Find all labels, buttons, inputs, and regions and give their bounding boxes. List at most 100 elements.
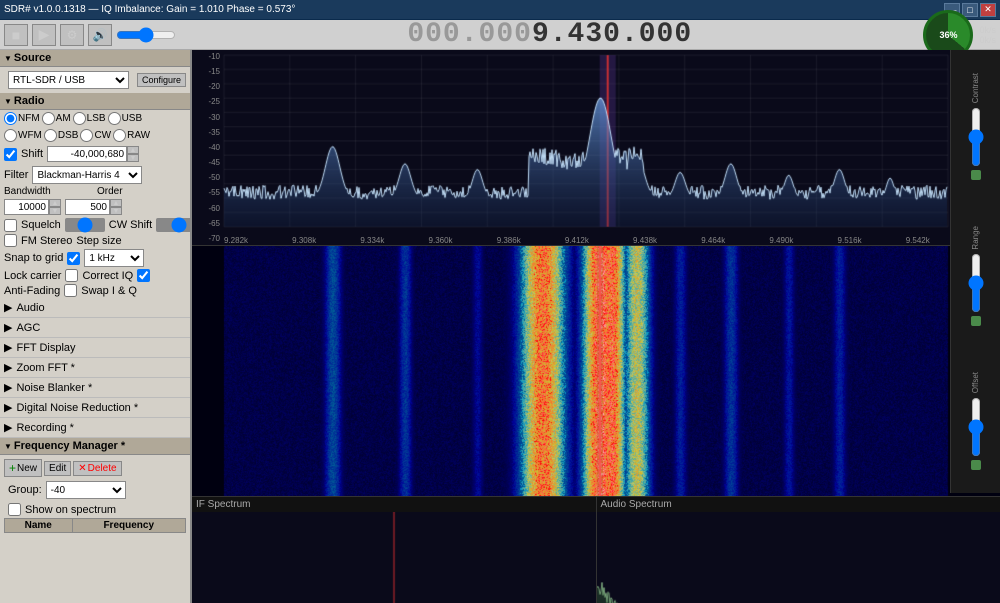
source-device-row: RTL-SDR / USB Configure bbox=[0, 67, 190, 93]
source-header[interactable]: ▼ Source bbox=[0, 50, 190, 67]
offset-slider[interactable] bbox=[969, 397, 983, 457]
fm-toolbar: + New Edit ✕ Delete bbox=[4, 457, 186, 479]
fft-canvas bbox=[192, 50, 1000, 245]
left-panel: ▼ Source RTL-SDR / USB Configure ▼ Radio… bbox=[0, 50, 192, 603]
mode-lsb[interactable]: LSB bbox=[73, 112, 106, 125]
mode-usb[interactable]: USB bbox=[108, 112, 143, 125]
shift-down[interactable]: ▼ bbox=[127, 154, 139, 162]
volume-button[interactable]: 🔊 bbox=[88, 24, 112, 46]
mode-wfm[interactable]: WFM bbox=[4, 129, 42, 142]
audio-canvas bbox=[597, 512, 1000, 603]
rates-display: 0k/s 0k/s bbox=[979, 25, 996, 45]
order-input-group: ▲ ▼ bbox=[65, 199, 122, 215]
order-down[interactable]: ▼ bbox=[110, 207, 122, 215]
bandwidth-down[interactable]: ▼ bbox=[49, 207, 61, 215]
waterfall-canvas bbox=[192, 246, 1000, 496]
frequency-display: 000.0009.430.000 bbox=[180, 19, 919, 50]
range-indicator bbox=[971, 316, 981, 326]
mode-dsb[interactable]: DSB bbox=[44, 129, 79, 142]
mode-nfm[interactable]: NFM bbox=[4, 112, 40, 125]
filter-select[interactable]: Blackman-Harris 4 bbox=[32, 166, 142, 184]
stop-button[interactable]: ■ bbox=[4, 24, 28, 46]
anti-fading-checkbox[interactable] bbox=[64, 284, 77, 297]
bottom-spectra: IF Spectrum 9.423k 9.426k 9.429k 9.432k … bbox=[192, 496, 1000, 603]
lock-carrier-checkbox[interactable] bbox=[65, 269, 78, 282]
noise-blanker-section[interactable]: ▶Noise Blanker * bbox=[0, 378, 190, 398]
dnr-section[interactable]: ▶Digital Noise Reduction * bbox=[0, 398, 190, 418]
order-up[interactable]: ▲ bbox=[110, 199, 122, 207]
fft-display-section[interactable]: ▶FFT Display bbox=[0, 338, 190, 358]
close-button[interactable]: ✕ bbox=[980, 3, 996, 17]
audio-spectrum-title: Audio Spectrum bbox=[597, 497, 1000, 512]
shift-up[interactable]: ▲ bbox=[127, 146, 139, 154]
shift-input[interactable] bbox=[47, 146, 127, 162]
contrast-indicator bbox=[971, 170, 981, 180]
audio-spectrum: Audio Spectrum DC 5k 10k 15k bbox=[597, 497, 1000, 603]
source-device-select[interactable]: RTL-SDR / USB bbox=[8, 71, 129, 89]
offset-control: Offset bbox=[969, 372, 983, 469]
fm-stereo-checkbox[interactable] bbox=[4, 234, 17, 247]
squelch-checkbox[interactable] bbox=[4, 219, 17, 232]
cw-shift-slider[interactable] bbox=[156, 218, 192, 232]
right-panel: -10 -15 -20 -25 -30 -35 -40 -45 -50 -55 … bbox=[192, 50, 1000, 603]
bandwidth-input[interactable] bbox=[4, 199, 49, 215]
agc-section[interactable]: ▶AGC bbox=[0, 318, 190, 338]
freq-prefix: 000.000 bbox=[407, 19, 532, 50]
fm-group-select[interactable]: -40 bbox=[46, 481, 126, 499]
fm-edit-button[interactable]: Edit bbox=[44, 461, 71, 476]
main-container: ■ ▶ ⚙ 🔊 000.0009.430.000 36% 0k/s 0k/s ▼… bbox=[0, 20, 1000, 603]
mode-raw[interactable]: RAW bbox=[113, 129, 150, 142]
fm-col-freq: Frequency bbox=[72, 519, 186, 533]
waterfall bbox=[192, 246, 1000, 496]
contrast-control: Contrast bbox=[969, 73, 983, 179]
snap-checkbox[interactable] bbox=[67, 252, 80, 265]
volume-slider[interactable] bbox=[116, 28, 176, 42]
range-slider[interactable] bbox=[969, 253, 983, 313]
bandwidth-labels: Bandwidth Order bbox=[0, 186, 190, 199]
fm-show-spectrum-row: Show on spectrum bbox=[4, 501, 186, 518]
freq-manager-header[interactable]: ▼ Frequency Manager * bbox=[0, 438, 190, 455]
snap-select[interactable]: 1 kHz bbox=[84, 249, 144, 267]
zoom-fft-section[interactable]: ▶Zoom FFT * bbox=[0, 358, 190, 378]
range-control: Range bbox=[969, 226, 983, 326]
anti-fading-row: Anti-Fading Swap I & Q bbox=[0, 283, 190, 298]
radio-mode-group2: WFM DSB CW RAW bbox=[0, 127, 190, 144]
fft-x-axis: 9.282k 9.308k 9.334k 9.360k 9.386k 9.412… bbox=[222, 236, 1000, 245]
contrast-slider[interactable] bbox=[969, 107, 983, 167]
filter-row: Filter Blackman-Harris 4 bbox=[0, 164, 190, 186]
audio-section[interactable]: ▶Audio bbox=[0, 298, 190, 318]
fm-group-row: Group: -40 bbox=[4, 479, 186, 501]
fm-col-name: Name bbox=[5, 519, 73, 533]
shift-checkbox[interactable] bbox=[4, 148, 17, 161]
maximize-button[interactable]: □ bbox=[962, 3, 978, 17]
offset-indicator bbox=[971, 460, 981, 470]
radio-header[interactable]: ▼ Radio bbox=[0, 93, 190, 110]
mode-cw[interactable]: CW bbox=[80, 129, 111, 142]
if-canvas bbox=[192, 512, 596, 603]
radio-mode-group: NFM AM LSB USB bbox=[0, 110, 190, 127]
snap-to-grid-row: Snap to grid 1 kHz bbox=[0, 248, 190, 268]
fft-y-axis: -10 -15 -20 -25 -30 -35 -40 -45 -50 -55 … bbox=[192, 50, 222, 245]
bandwidth-up[interactable]: ▲ bbox=[49, 199, 61, 207]
fm-new-button[interactable]: + New bbox=[4, 459, 42, 477]
mode-am[interactable]: AM bbox=[42, 112, 71, 125]
if-spectrum-title: IF Spectrum bbox=[192, 497, 596, 512]
recording-section[interactable]: ▶Recording * bbox=[0, 418, 190, 438]
bandwidth-input-group: ▲ ▼ bbox=[4, 199, 61, 215]
play-button[interactable]: ▶ bbox=[32, 24, 56, 46]
configure-button[interactable]: Configure bbox=[137, 73, 186, 87]
fm-delete-button[interactable]: ✕ Delete bbox=[73, 461, 121, 476]
correct-iq-checkbox[interactable] bbox=[137, 269, 150, 282]
bandwidth-inputs: ▲ ▼ ▲ ▼ bbox=[0, 199, 190, 217]
fm-stereo-row: FM Stereo Step size bbox=[0, 233, 190, 248]
squelch-slider[interactable] bbox=[65, 218, 105, 232]
titlebar: SDR# v1.0.0.1318 — IQ Imbalance: Gain = … bbox=[0, 0, 1000, 20]
range-label: Range bbox=[971, 226, 980, 250]
settings-button[interactable]: ⚙ bbox=[60, 24, 84, 46]
right-sliders-panel: Contrast Range Offset bbox=[950, 50, 1000, 493]
shift-arrows: ▲ ▼ bbox=[127, 146, 139, 162]
lock-correct-row: Lock carrier Correct IQ bbox=[0, 268, 190, 283]
fm-show-spectrum-checkbox[interactable] bbox=[8, 503, 21, 516]
shift-input-group: ▲ ▼ bbox=[47, 146, 139, 162]
order-input[interactable] bbox=[65, 199, 110, 215]
